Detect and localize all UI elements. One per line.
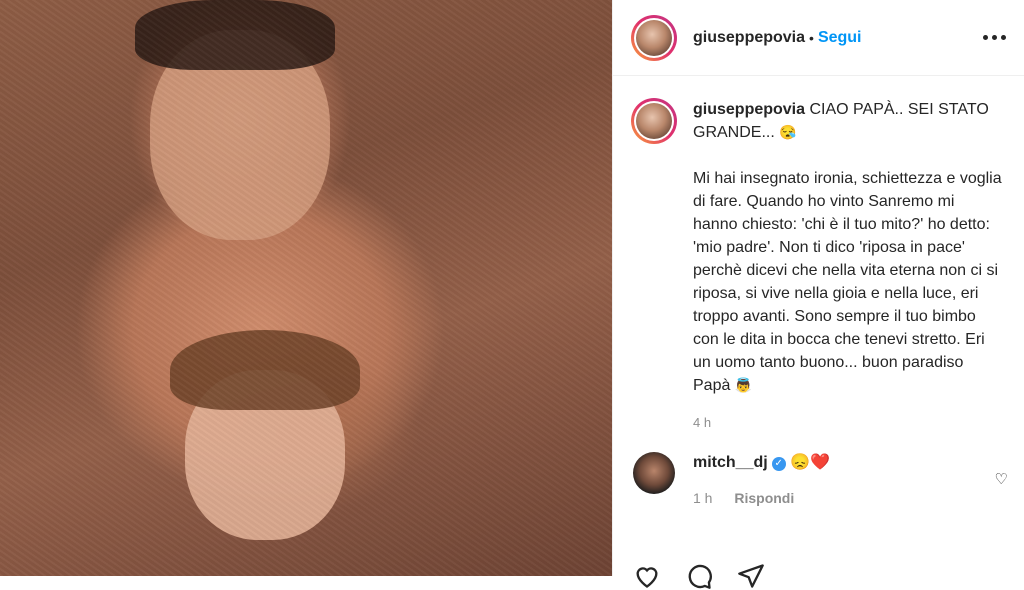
- comment-time[interactable]: 1 h: [693, 490, 712, 506]
- post-time[interactable]: 4 h: [693, 411, 1003, 434]
- post-photo[interactable]: [0, 0, 612, 576]
- avatar-image: [636, 103, 672, 139]
- caption-body: Mi hai insegnato ironia, schiettezza e v…: [693, 170, 1002, 394]
- avatar-inner: [634, 101, 674, 141]
- post-header: giuseppepovia • Segui: [613, 0, 1024, 76]
- caption-headline-emoji: 😪: [779, 124, 797, 140]
- caption-body-emoji: 👼: [734, 377, 753, 393]
- share-send-icon[interactable]: [737, 562, 765, 590]
- follow-button[interactable]: Segui: [818, 29, 862, 47]
- post-actions: [633, 562, 765, 590]
- comment-text: 😞❤️: [790, 454, 830, 471]
- comment-meta: 1 h Rispondi: [693, 490, 830, 506]
- like-heart-icon[interactable]: [633, 562, 661, 590]
- author-avatar[interactable]: [631, 14, 677, 61]
- commenter-avatar[interactable]: [633, 452, 675, 494]
- caption-avatar[interactable]: [631, 98, 677, 144]
- comment-line: mitch__dj ✓ 😞❤️: [693, 452, 830, 472]
- more-options-icon[interactable]: [983, 29, 1006, 46]
- commenter-username[interactable]: mitch__dj: [693, 454, 768, 471]
- avatar-inner: [634, 17, 674, 58]
- comment-body: mitch__dj ✓ 😞❤️ 1 h Rispondi: [693, 452, 830, 506]
- caption-username[interactable]: giuseppepovia: [693, 101, 805, 118]
- author-username[interactable]: giuseppepovia: [693, 29, 805, 47]
- comment: mitch__dj ✓ 😞❤️ 1 h Rispondi ♡: [613, 452, 1024, 506]
- avatar-image: [636, 19, 672, 56]
- verified-badge-icon: ✓: [771, 457, 786, 471]
- comment-bubble-icon[interactable]: [685, 562, 713, 590]
- caption: giuseppepovia CIAO PAPÀ.. SEI STATO GRAN…: [613, 76, 1024, 434]
- instagram-post: giuseppepovia • Segui giuseppepovia CIAO…: [0, 0, 1024, 589]
- post-sidebar: giuseppepovia • Segui giuseppepovia CIAO…: [612, 0, 1024, 589]
- separator-dot: •: [809, 29, 814, 46]
- caption-body-block: Mi hai insegnato ironia, schiettezza e v…: [693, 167, 1003, 397]
- comment-like-icon[interactable]: ♡: [995, 470, 1008, 488]
- caption-text: giuseppepovia CIAO PAPÀ.. SEI STATO GRAN…: [693, 98, 1003, 434]
- photo-grain: [0, 0, 612, 576]
- reply-button[interactable]: Rispondi: [734, 490, 794, 506]
